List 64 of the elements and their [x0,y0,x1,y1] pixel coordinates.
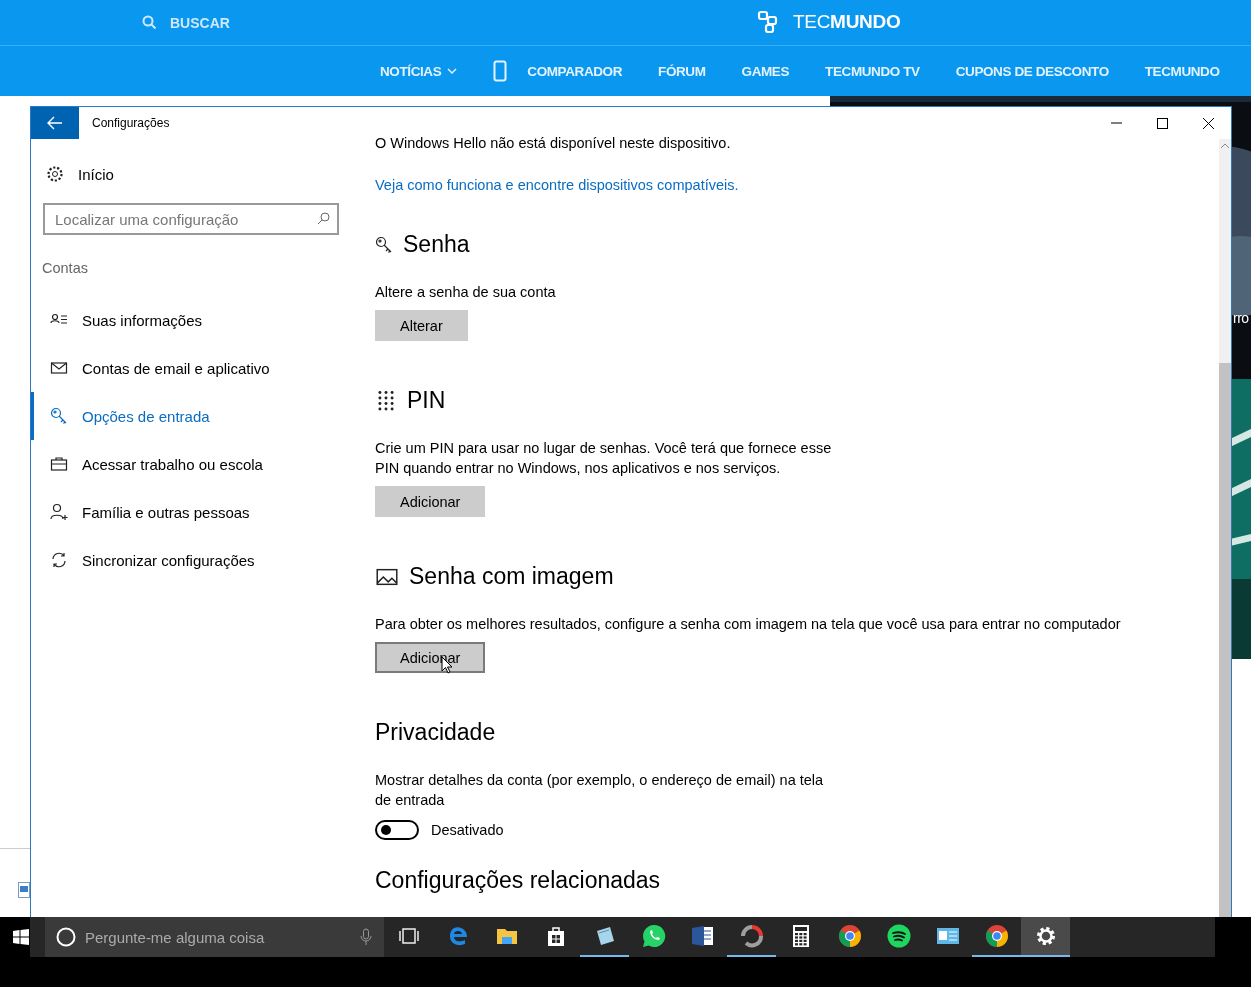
settings-icon [46,165,64,183]
shopping-bag-icon [545,925,566,947]
phone-bubble-icon [641,924,666,948]
sidebar-item[interactable]: Sincronizar configurações [31,536,360,584]
site-logo[interactable]: TECMUNDO [793,11,901,33]
windows-logo-icon [13,929,29,945]
task-view-icon [397,928,420,944]
mail-icon [50,359,68,377]
sidebar-item[interactable]: Opções de entrada [31,392,360,440]
help-link[interactable]: Veja como funciona e encontre dispositivos compatíveis. [375,177,739,193]
settings-icon [1034,925,1057,947]
phone-icon [493,60,508,82]
briefcase-icon [50,455,68,473]
info-text: O Windows Hello não está disponível neste dispositivo. [375,134,731,153]
person-add-icon [50,503,68,521]
microphone-icon [360,928,372,946]
back-arrow-icon [47,116,63,130]
key-icon [375,235,393,254]
ring-icon [739,924,764,948]
close-icon [1202,117,1214,129]
search-icon [317,212,330,225]
toggle-label: Desativado [431,822,504,838]
keypad-icon [375,389,397,412]
back-button[interactable] [31,107,79,139]
home-link[interactable]: Início [46,165,360,183]
spotify-icon [886,924,911,948]
minimize-icon [1110,122,1122,124]
sync-icon [50,551,68,569]
search-icon [142,15,157,30]
window-title: Configurações [92,116,171,130]
section-heading: Senha com imagem [409,563,614,590]
chevron-down-icon [447,68,458,74]
headline-text: rro [1233,310,1249,326]
sidebar-item[interactable]: Suas informações [31,296,360,344]
circle-icon [56,927,76,947]
section-label: Contas [42,260,89,276]
search-field[interactable]: Localizar uma configuração [43,203,339,235]
document-icon [690,925,715,947]
scroll-up-icon [1221,143,1229,148]
action-button[interactable]: Adicionar [375,486,486,517]
action-button[interactable]: Adicionar [375,642,486,673]
sidebar-item[interactable]: Família e outras pessoas [31,488,360,536]
section-heading: PIN [407,387,446,414]
taskbar-search-field[interactable]: Pergunte-me alguma coisa [45,917,384,957]
description-text: Crie um PIN para usar no lugar de senhas. Você terá que fornece esse PIN quando entrar no Windows, nos aplicativos e nos serviços. [375,439,833,478]
taskbar-app-button[interactable] [1021,917,1070,957]
sidebar-item[interactable]: Acessar trabalho ou escola [31,440,360,488]
maximize-icon [1156,117,1168,129]
section-heading: Configurações relacionadas [375,867,661,894]
scrollbar[interactable] [1219,139,1231,917]
section-heading: Privacidade [375,719,496,746]
folder-icon [495,926,518,946]
sidebar-item[interactable]: Contas de email e aplicativo [31,344,360,392]
description-text: Para obter os melhores resultados, configure a senha com imagem na tela que você usa para entrar no computador [375,615,1121,634]
toggle-switch[interactable] [375,820,419,840]
description-text: Mostrar detalhes da conta (por exemplo, o endereço de email) na tela de entrada [375,771,825,810]
description-text: Altere a senha de sua conta [375,283,556,302]
chrome-icon [984,924,1009,948]
chrome-icon [837,924,862,948]
key-icon [50,407,68,425]
presentation-icon [935,926,960,946]
calculator-icon [791,924,810,948]
action-button[interactable]: Alterar [375,310,468,341]
section-heading: Senha [403,231,470,258]
